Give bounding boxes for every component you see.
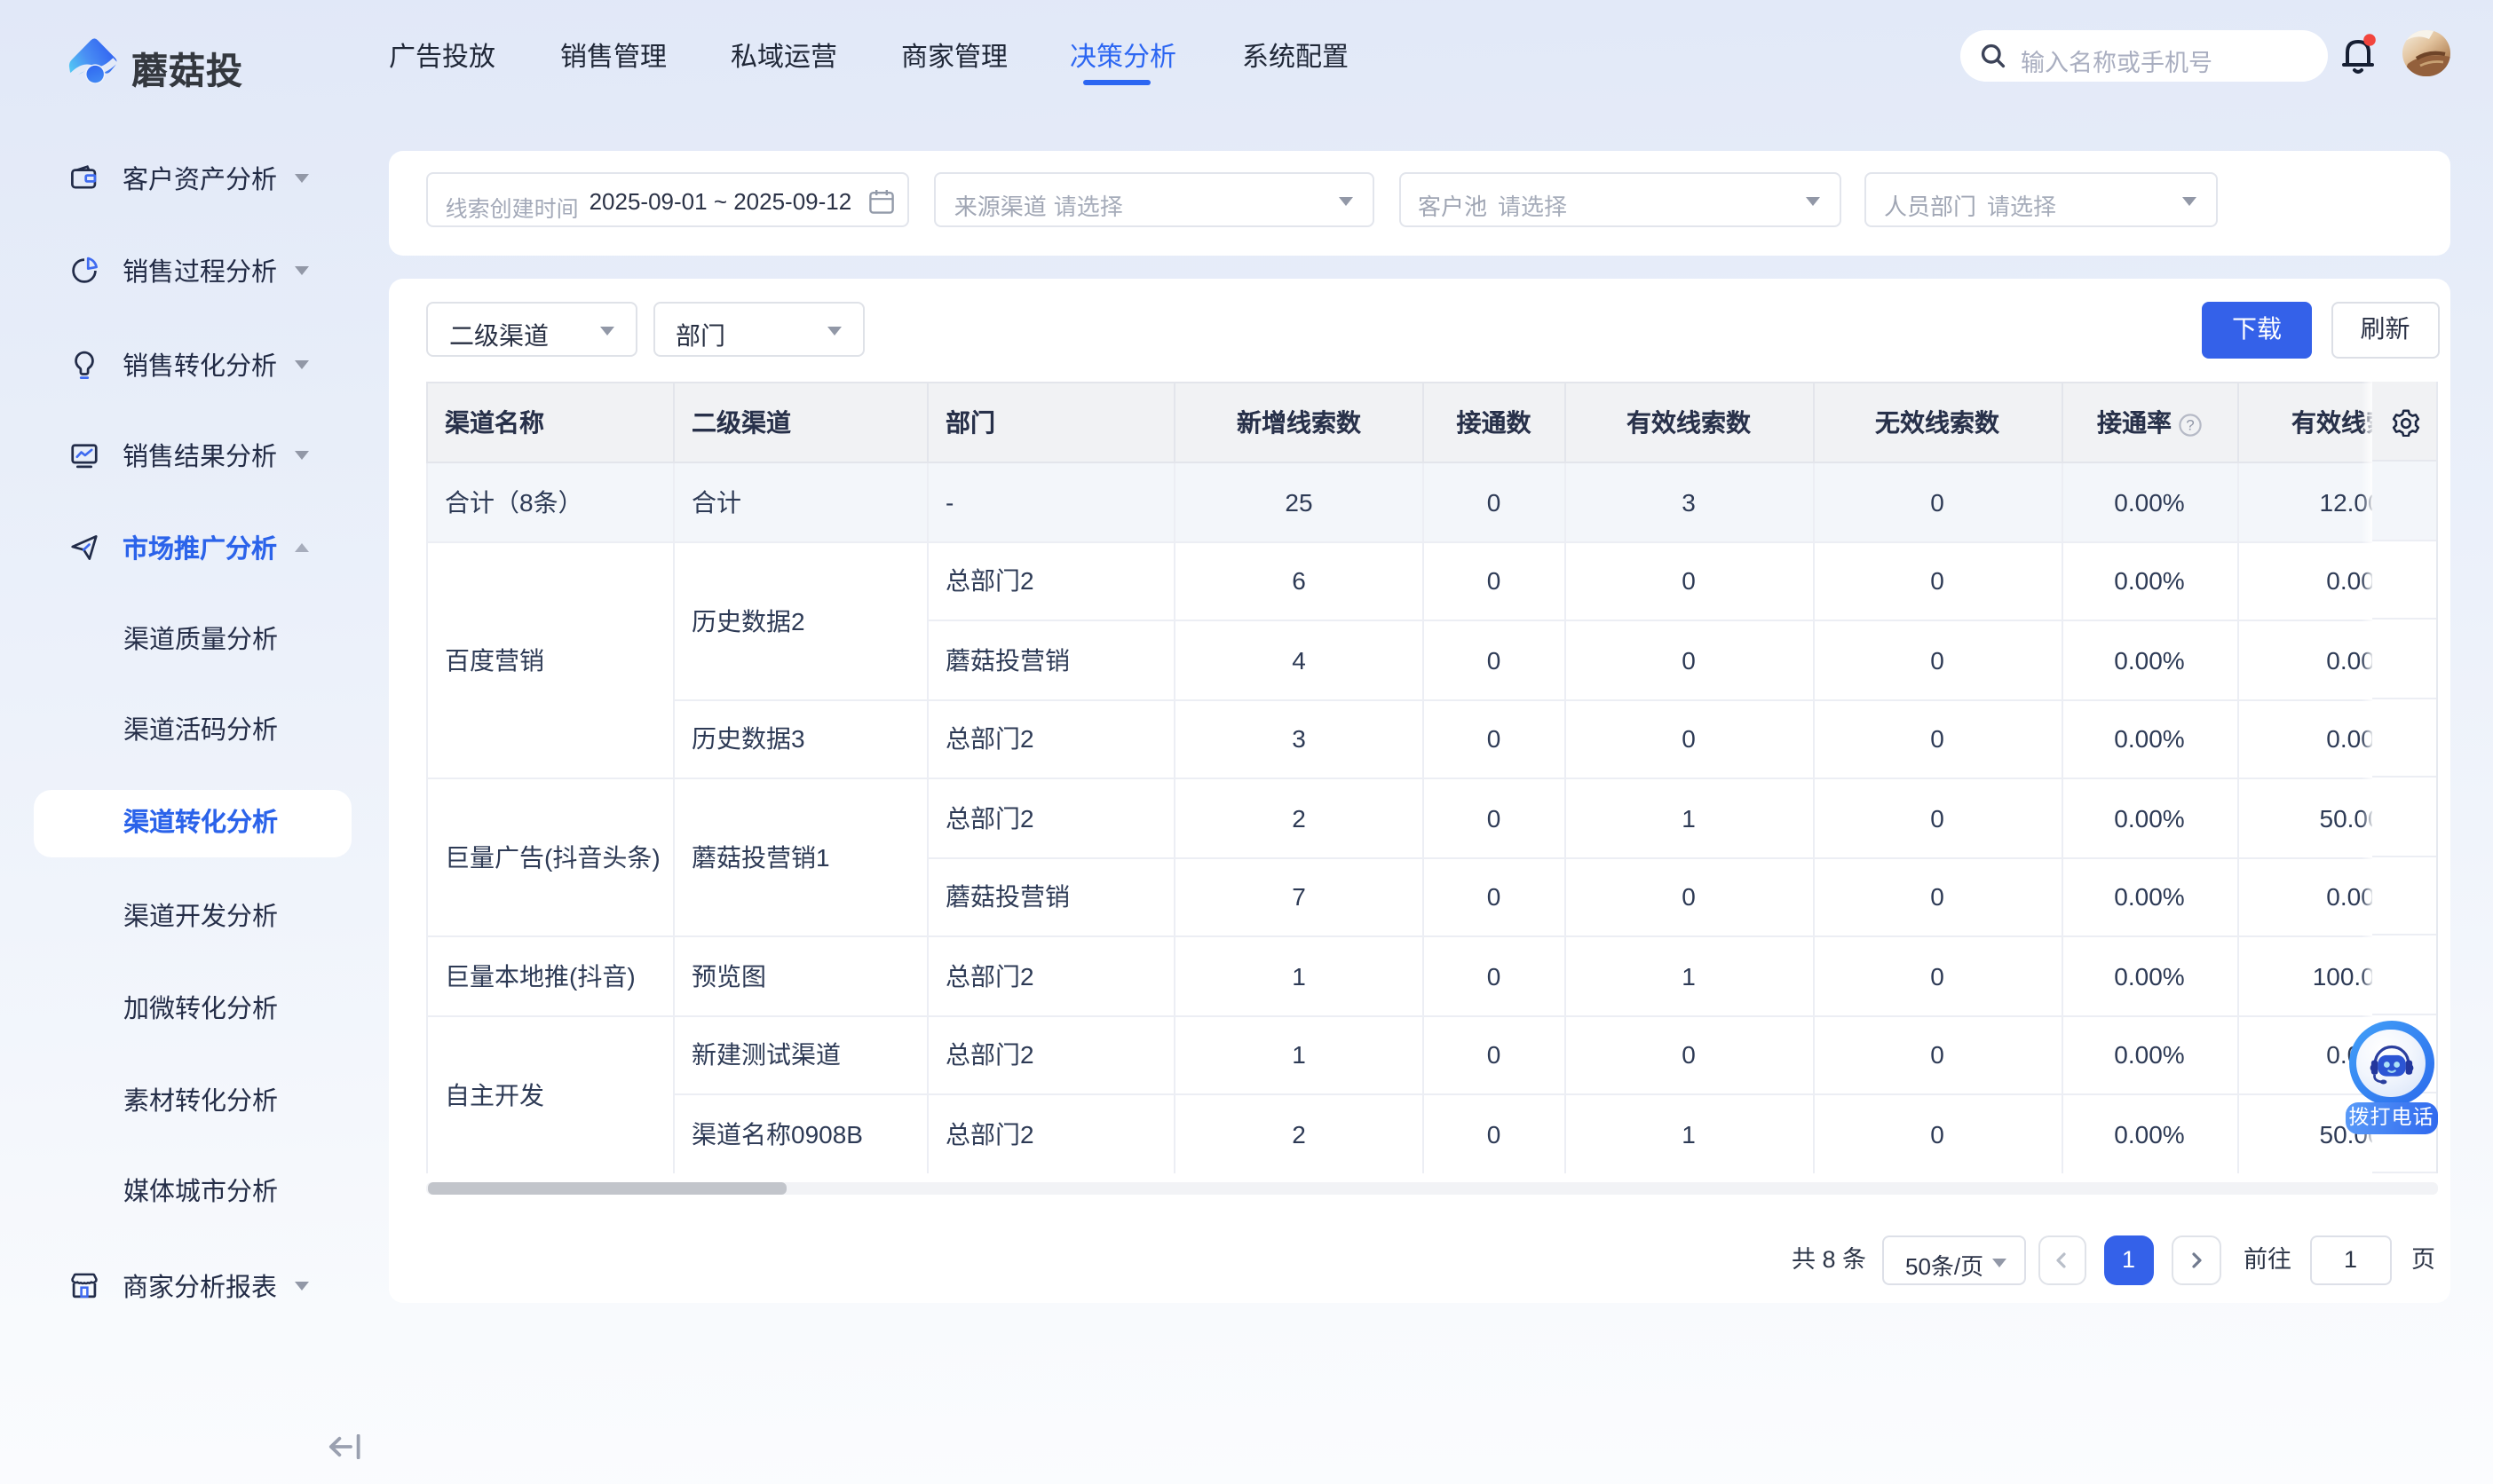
svg-text:?: ?: [2186, 415, 2194, 432]
